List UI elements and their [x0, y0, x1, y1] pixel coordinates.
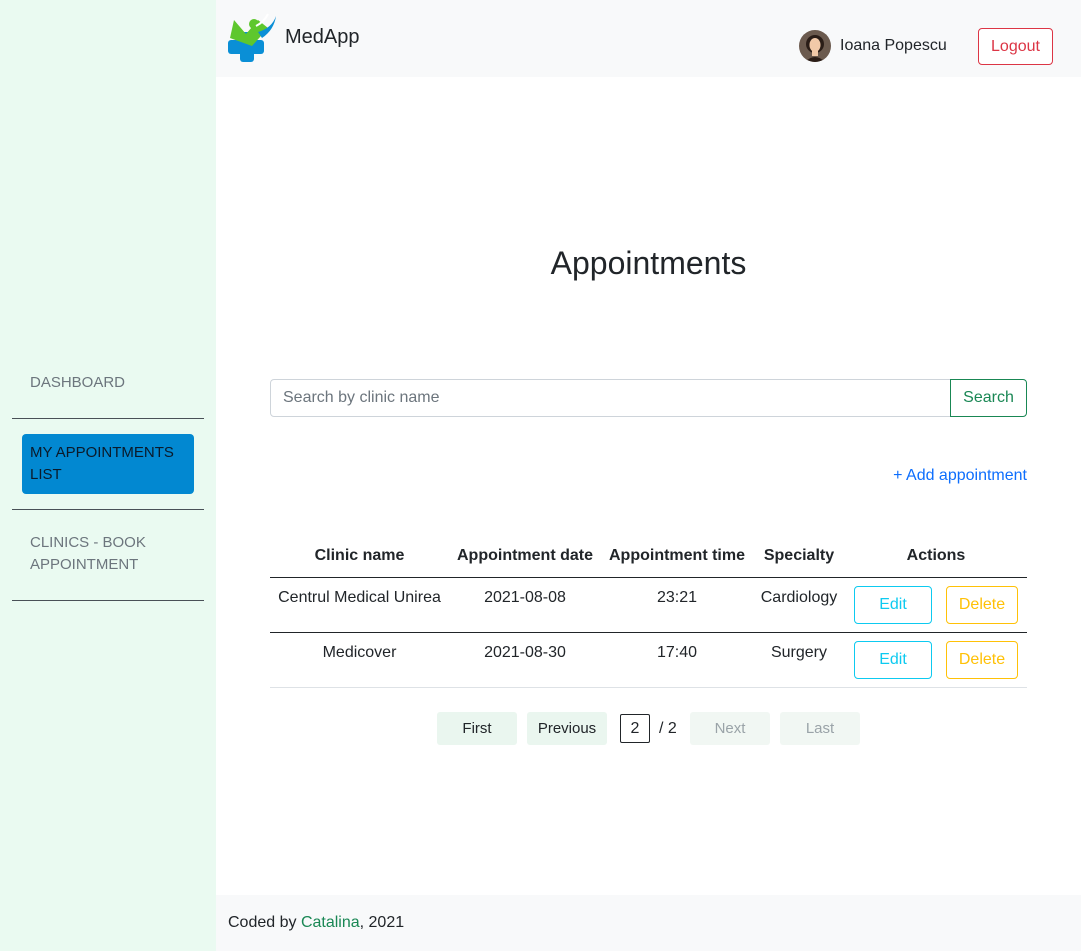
page-title: Appointments	[550, 245, 747, 281]
column-header-actions: Actions	[845, 536, 1027, 578]
sidebar-item-label: CLINICS - BOOK APPOINTMENT	[30, 534, 146, 573]
table-header-row: Clinic name Appointment date Appointment…	[270, 536, 1027, 578]
sidebar-divider	[12, 509, 204, 510]
pagination-next-button[interactable]: Next	[690, 712, 770, 745]
cell-appointment-time: 23:21	[601, 577, 753, 633]
sidebar-item-label: MY APPOINTMENTS LIST	[30, 444, 174, 483]
column-header-appointment-date: Appointment date	[449, 536, 601, 578]
add-appointment-link[interactable]: + Add appointment	[893, 467, 1027, 485]
page-number-input[interactable]	[620, 714, 650, 743]
cell-clinic-name: Medicover	[270, 632, 449, 688]
column-header-appointment-time: Appointment time	[601, 536, 753, 578]
cell-specialty: Surgery	[753, 632, 845, 688]
table-row: Medicover 2021-08-30 17:40 Surgery Edit D…	[270, 632, 1027, 688]
cell-clinic-name: Centrul Medical Unirea	[270, 577, 449, 633]
pagination-previous-button[interactable]: Previous	[527, 712, 607, 745]
sidebar-item-label: DASHBOARD	[30, 374, 126, 391]
user-avatar	[799, 30, 831, 62]
cell-appointment-date: 2021-08-30	[449, 632, 601, 688]
cell-actions: Edit Delete	[845, 577, 1027, 633]
footer-text: Coded by Catalina, 2021	[228, 914, 404, 932]
footer-author: Catalina	[300, 914, 360, 931]
table-row: Centrul Medical Unirea 2021-08-08 23:21 …	[270, 577, 1027, 633]
brand-name[interactable]: MedApp	[285, 26, 360, 49]
page-total-label: / 2	[659, 720, 677, 737]
edit-button[interactable]: Edit	[854, 640, 932, 679]
cell-actions: Edit Delete	[845, 632, 1027, 688]
medapp-logo-icon[interactable]	[228, 12, 280, 64]
logout-button[interactable]: Logout	[978, 28, 1053, 65]
sidebar: DASHBOARD MY APPOINTMENTS LIST CLINICS -…	[0, 0, 216, 951]
footer: Coded by Catalina, 2021	[216, 895, 1081, 951]
delete-button[interactable]: Delete	[946, 585, 1018, 624]
sidebar-item-my-appointments-list[interactable]: MY APPOINTMENTS LIST	[22, 434, 194, 494]
cell-specialty: Cardiology	[753, 577, 845, 633]
footer-suffix: , 2021	[359, 914, 405, 931]
column-header-specialty: Specialty	[753, 536, 845, 578]
search-input[interactable]	[270, 379, 951, 417]
column-header-clinic-name: Clinic name	[270, 536, 449, 578]
cell-appointment-date: 2021-08-08	[449, 577, 601, 633]
cell-appointment-time: 17:40	[601, 632, 753, 688]
appointments-table: Clinic name Appointment date Appointment…	[270, 536, 1027, 688]
sidebar-item-clinics-book-appointment[interactable]: CLINICS - BOOK APPOINTMENT	[12, 532, 204, 601]
delete-button[interactable]: Delete	[946, 640, 1018, 679]
footer-prefix: Coded by	[228, 914, 301, 931]
username-label: Ioana Popescu	[840, 37, 947, 54]
search-button[interactable]: Search	[950, 379, 1027, 417]
pagination-first-button[interactable]: First	[437, 712, 517, 745]
pagination-last-button[interactable]: Last	[780, 712, 860, 745]
sidebar-item-dashboard[interactable]: DASHBOARD	[12, 372, 204, 419]
top-navbar: MedApp Ioana Popescu Logout	[216, 0, 1081, 77]
edit-button[interactable]: Edit	[854, 585, 932, 624]
